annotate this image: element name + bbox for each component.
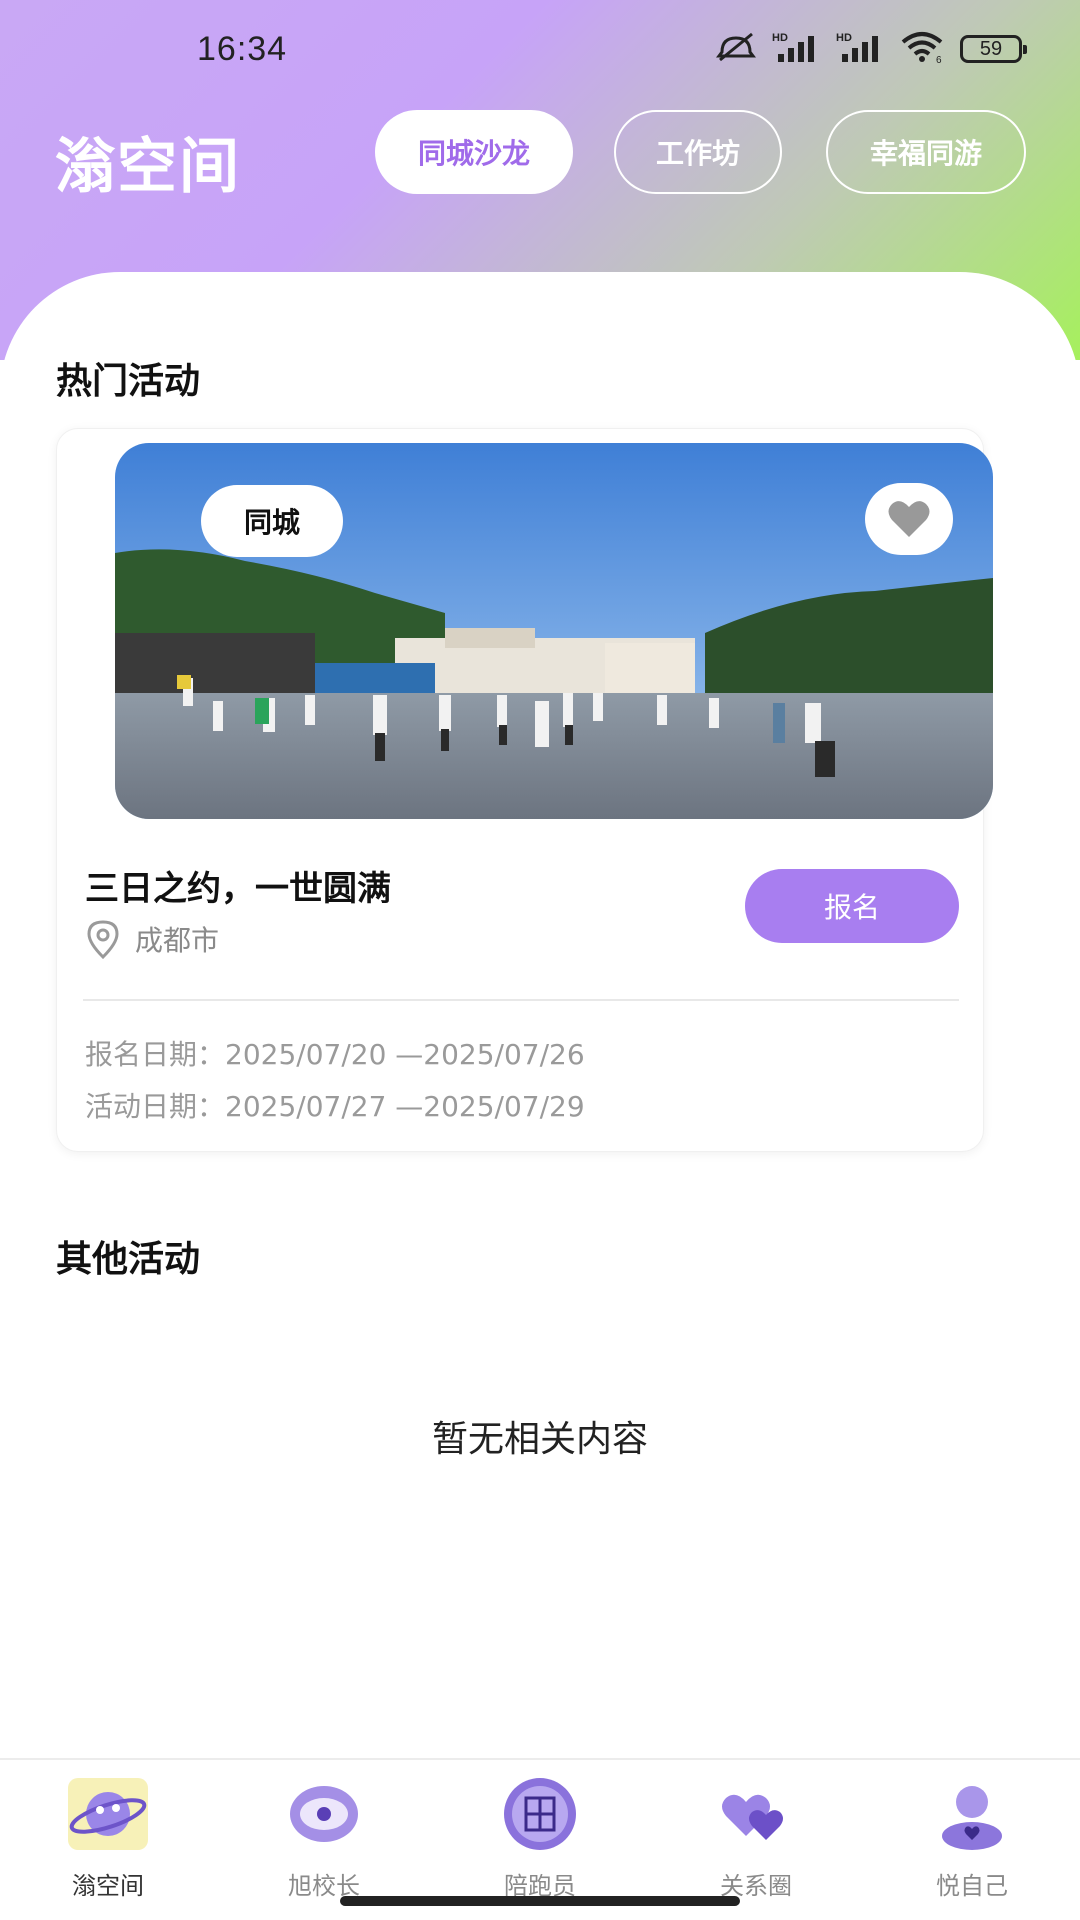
hearts-icon [712, 1774, 800, 1854]
favorite-button[interactable] [865, 483, 953, 555]
status-time: 16:34 [197, 30, 288, 68]
card-divider [83, 999, 959, 1001]
nav-label-self: 悦自己 [936, 1872, 1008, 1900]
location-text: 成都市 [135, 924, 220, 957]
battery-icon: 59 [960, 35, 1027, 63]
status-icons: HD HD 6 59 [714, 30, 1027, 68]
empty-state-text: 暂无相关内容 [431, 1419, 648, 1460]
event-photo: 同城 [115, 443, 993, 819]
mute-icon [714, 30, 758, 68]
nav-item-self[interactable]: 悦自己 [864, 1760, 1080, 1920]
signup-dates: 报名日期：2025/07/20 —2025/07/26 [85, 1038, 585, 1071]
person-icon [928, 1774, 1016, 1854]
nav-label-space: 滃空间 [72, 1872, 144, 1900]
tab-workshop[interactable]: 工作坊 [614, 110, 782, 194]
status-bar: 16:34 HD HD 6 59 [0, 0, 1080, 100]
event-location: 成都市 [85, 919, 219, 959]
app-title: 滃空间 [55, 132, 241, 202]
signup-button[interactable]: 报名 [745, 869, 959, 943]
tab-happy-tour[interactable]: 幸福同游 [826, 110, 1026, 194]
hot-activities-title: 热门活动 [56, 361, 201, 402]
svg-text:HD: HD [772, 32, 788, 44]
event-title: 三日之约，一世圆满 [85, 869, 391, 909]
city-tag: 同城 [201, 485, 343, 557]
nav-item-space[interactable]: 滃空间 [0, 1760, 216, 1920]
location-pin-icon [87, 920, 119, 959]
home-indicator[interactable] [340, 1896, 740, 1906]
heart-icon [888, 501, 930, 537]
tab-city-salon[interactable]: 同城沙龙 [375, 110, 573, 194]
signal-hd-2-icon: HD [836, 30, 886, 68]
other-activities-title: 其他活动 [56, 1239, 201, 1280]
event-card[interactable]: 同城 三日之约，一世圆满 成都市 报名 报名日期：2025/07/20 —202… [56, 428, 993, 1152]
svg-text:6: 6 [936, 55, 942, 64]
svg-text:HD: HD [836, 32, 852, 44]
eye-icon [280, 1774, 368, 1854]
signal-hd-1-icon: HD [772, 30, 822, 68]
wifi-icon: 6 [900, 30, 946, 68]
planet-icon [64, 1774, 152, 1854]
event-dates: 活动日期：2025/07/27 —2025/07/29 [85, 1090, 585, 1123]
guan-badge-icon [496, 1774, 584, 1854]
